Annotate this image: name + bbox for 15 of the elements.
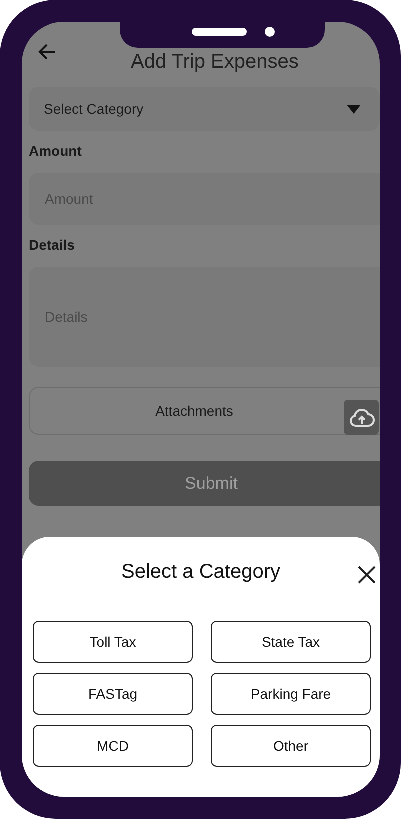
category-dropdown[interactable]: Select Category: [29, 87, 380, 131]
close-icon[interactable]: [358, 566, 376, 584]
back-arrow-icon[interactable]: [37, 42, 57, 62]
upload-icon[interactable]: [344, 400, 379, 435]
category-option[interactable]: State Tax: [211, 621, 371, 663]
page-title: Add Trip Expenses: [131, 51, 299, 73]
category-option[interactable]: Toll Tax: [33, 621, 193, 663]
field-label: Details: [29, 237, 76, 253]
field-label: Amount: [29, 143, 83, 159]
category-option[interactable]: Parking Fare: [211, 673, 371, 715]
category-option[interactable]: Other: [211, 725, 371, 767]
category-option[interactable]: FASTag: [33, 673, 193, 715]
category-option[interactable]: MCD: [33, 725, 193, 767]
sheet-title: Select a Category: [122, 561, 280, 584]
caret-icon: [347, 104, 361, 114]
